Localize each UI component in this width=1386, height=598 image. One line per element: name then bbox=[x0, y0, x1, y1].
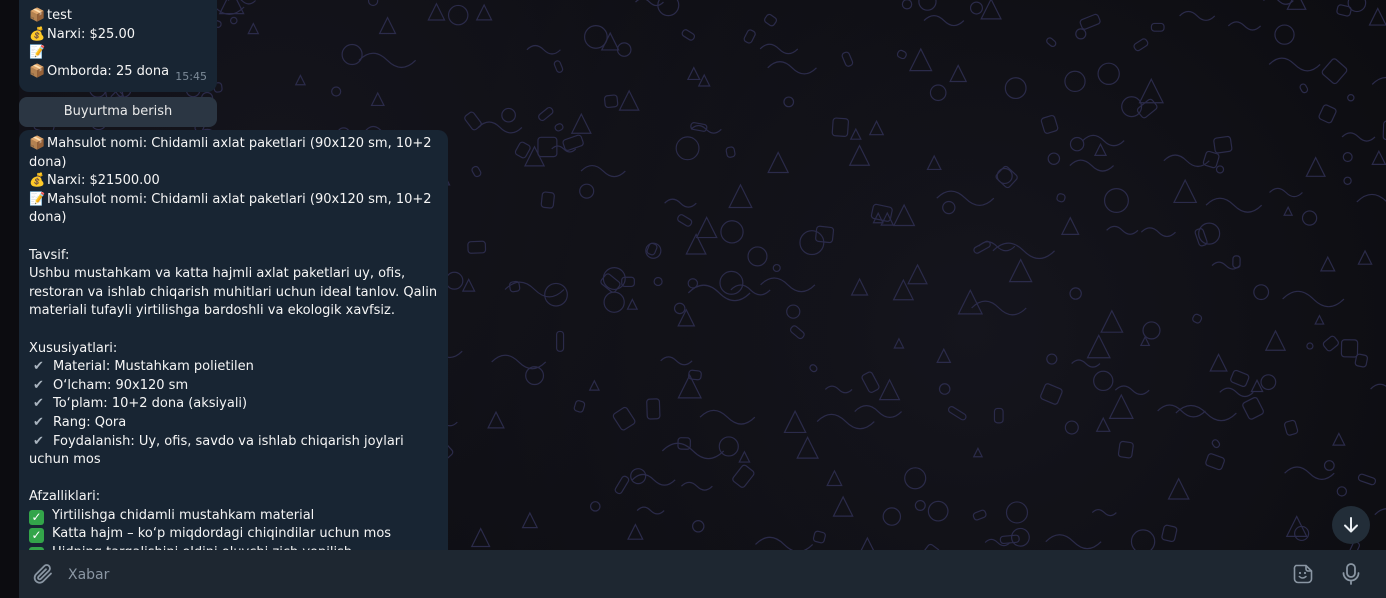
feature-item: ✔ Material: Mustahkam polietilen bbox=[29, 358, 438, 377]
package-icon: 📦 bbox=[29, 136, 46, 151]
checkmark-icon: ✔ bbox=[33, 377, 44, 393]
message-line: 📝 bbox=[29, 44, 207, 63]
message-list[interactable]: 📦 test 💰 Narxi: $25.00 📝 📦 Omborda: 25 dona… bbox=[0, 0, 1386, 550]
green-check-icon: ✓ bbox=[29, 528, 44, 544]
features-heading: Xususiyatlari: bbox=[29, 340, 118, 356]
message-line: 📦 test bbox=[29, 7, 207, 26]
checkmark-icon: ✔ bbox=[33, 433, 44, 449]
checkmark-icon: ✔ bbox=[33, 414, 44, 430]
message-time: 15:45 bbox=[175, 70, 207, 84]
message-composer bbox=[0, 550, 1386, 598]
checkmark-icon: ✔ bbox=[33, 359, 44, 375]
composer-bar bbox=[19, 550, 1386, 598]
advantage-item: ✓ Yirtilishga chidamli mustahkam material bbox=[29, 507, 438, 526]
feature-item: ✔ Foydalanish: Uy, ofis, savdo va ishlab … bbox=[29, 433, 404, 468]
tavsif-heading: Tavsif: bbox=[29, 247, 70, 263]
money-bag-icon: 💰 bbox=[29, 173, 46, 189]
green-check-icon: ✓ bbox=[29, 509, 44, 525]
product-message-main[interactable]: 📦 Mahsulot nomi: Chidamli axlat paketlari… bbox=[19, 130, 448, 550]
package-icon: 📦 bbox=[29, 63, 46, 79]
microphone-icon[interactable] bbox=[1340, 562, 1362, 586]
package-icon: 📦 bbox=[29, 8, 46, 23]
arrow-down-icon bbox=[1344, 517, 1358, 533]
advantage-item: ✓ Katta hajm – ko‘p miqdordagi chiqindila… bbox=[29, 525, 438, 544]
checkmark-icon: ✔ bbox=[33, 396, 44, 412]
price-line: 💰 Narxi: $21500.00 bbox=[29, 172, 438, 191]
features-list: ✔ Material: Mustahkam polietilen ✔ O‘lcham:… bbox=[29, 358, 438, 470]
advantages-list: ✓ Yirtilishga chidamli mustahkam material… bbox=[29, 507, 438, 550]
feature-item: ✔ To‘plam: 10+2 dona (aksiyali) bbox=[29, 395, 438, 414]
product-message-test[interactable]: 📦 test 💰 Narxi: $25.00 📝 📦 Omborda: 25 dona… bbox=[19, 0, 217, 92]
sticker-icon[interactable] bbox=[1292, 563, 1314, 585]
feature-item: ✔ O‘lcham: 90x120 sm bbox=[29, 377, 438, 396]
feature-item: ✔ Rang: Qora bbox=[29, 414, 438, 433]
description-line: 📝 Mahsulot nomi: Chidamli axlat paketlari… bbox=[29, 191, 432, 226]
message-input[interactable] bbox=[66, 564, 1270, 586]
money-bag-icon: 💰 bbox=[29, 26, 46, 42]
tavsif-text: Ushbu mustahkam va katta hajmli axlat pa… bbox=[29, 266, 438, 319]
memo-icon: 📝 bbox=[29, 45, 46, 61]
memo-icon: 📝 bbox=[29, 191, 46, 207]
scroll-down-button[interactable] bbox=[1332, 506, 1370, 544]
advantages-heading: Afzalliklari: bbox=[29, 489, 101, 505]
message-line: 💰 Narxi: $25.00 bbox=[29, 26, 207, 45]
product-name-line: 📦 Mahsulot nomi: Chidamli axlat paketlari… bbox=[29, 136, 432, 170]
order-button[interactable]: Buyurtma berish bbox=[19, 97, 217, 127]
left-edge bbox=[0, 0, 19, 598]
paperclip-icon[interactable] bbox=[31, 562, 55, 586]
